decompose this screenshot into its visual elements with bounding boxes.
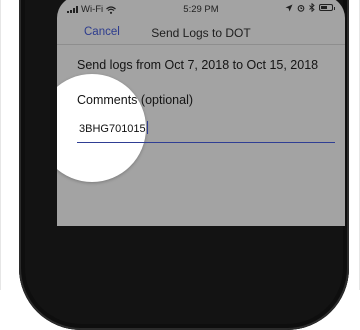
battery-fill bbox=[321, 6, 327, 9]
phone-screen: Wi-Fi 5:29 PM Cancel Send Logs to DOT Se… bbox=[57, 0, 345, 226]
date-range-text: Send logs from Oct 7, 2018 to Oct 15, 20… bbox=[77, 58, 319, 72]
comments-label: Comments (optional) bbox=[77, 93, 194, 107]
navigation-bar: Cancel Send Logs to DOT bbox=[57, 22, 345, 45]
text-caret bbox=[146, 121, 148, 134]
alarm-icon bbox=[297, 4, 305, 12]
comments-input-value: 3BHG701015 bbox=[79, 121, 148, 135]
bluetooth-icon bbox=[309, 3, 315, 12]
comments-input[interactable]: 3BHG701015 bbox=[77, 114, 335, 143]
nav-title: Send Logs to DOT bbox=[151, 26, 251, 40]
battery-icon bbox=[319, 4, 335, 11]
status-right bbox=[285, 3, 335, 12]
status-bar: Wi-Fi 5:29 PM bbox=[57, 0, 345, 18]
location-arrow-icon bbox=[285, 4, 293, 11]
comments-text: 3BHG701015 bbox=[79, 123, 146, 135]
phone-frame: Wi-Fi 5:29 PM Cancel Send Logs to DOT Se… bbox=[19, 0, 349, 330]
